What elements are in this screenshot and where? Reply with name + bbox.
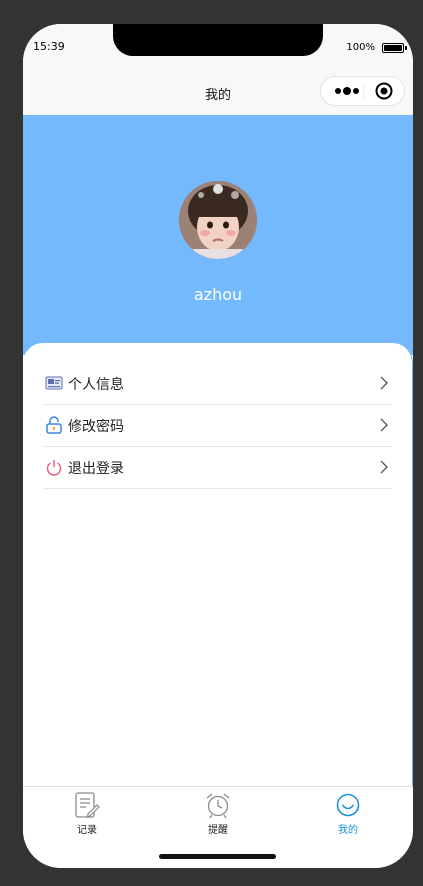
profile-header: azhou <box>23 115 413 355</box>
battery-percent: 100% <box>346 42 375 53</box>
alarm-clock-icon <box>204 791 232 819</box>
tab-reminders[interactable]: 提醒 <box>178 791 258 836</box>
chevron-right-icon <box>379 417 389 433</box>
device-notch <box>113 24 323 56</box>
tab-mine[interactable]: 我的 <box>308 791 388 836</box>
menu-list: 个人信息 修改密码 退出登录 <box>43 363 391 489</box>
chevron-right-icon <box>379 375 389 391</box>
menu-card: 个人信息 修改密码 退出登录 <box>23 343 413 793</box>
menu-item-label: 修改密码 <box>68 419 124 435</box>
status-time: 15:39 <box>33 40 65 53</box>
status-bar: 15:39 100% <box>23 24 413 70</box>
avatar[interactable] <box>179 181 257 259</box>
menu-item-change-password[interactable]: 修改密码 <box>43 405 391 447</box>
menu-item-logout[interactable]: 退出登录 <box>43 447 391 489</box>
tab-label: 我的 <box>338 825 358 836</box>
username: azhou <box>193 285 243 304</box>
lock-icon <box>45 416 63 434</box>
smile-icon <box>334 791 362 819</box>
capsule-divider <box>363 84 364 99</box>
ellipsis-icon[interactable] <box>329 77 365 105</box>
tab-label: 提醒 <box>208 825 228 836</box>
tab-label: 记录 <box>77 825 97 836</box>
chevron-right-icon <box>379 459 389 475</box>
battery-cap <box>405 46 407 50</box>
menu-item-label: 退出登录 <box>68 461 124 477</box>
phone-screen: 15:39 100% 我的 azhou 个人信息 修改密码 退出登录 记录 提醒… <box>23 24 413 868</box>
notes-icon <box>73 791 101 819</box>
menu-item-profile-info[interactable]: 个人信息 <box>43 363 391 405</box>
power-icon <box>45 458 63 476</box>
mini-program-capsule <box>320 76 405 106</box>
menu-item-label: 个人信息 <box>68 377 124 393</box>
home-indicator <box>159 854 276 859</box>
battery-icon <box>382 43 404 53</box>
target-circle-icon[interactable] <box>375 82 393 100</box>
nav-bar: 我的 <box>23 70 413 115</box>
id-card-icon <box>45 374 63 392</box>
tab-records[interactable]: 记录 <box>47 791 127 836</box>
battery-fill <box>384 45 402 51</box>
